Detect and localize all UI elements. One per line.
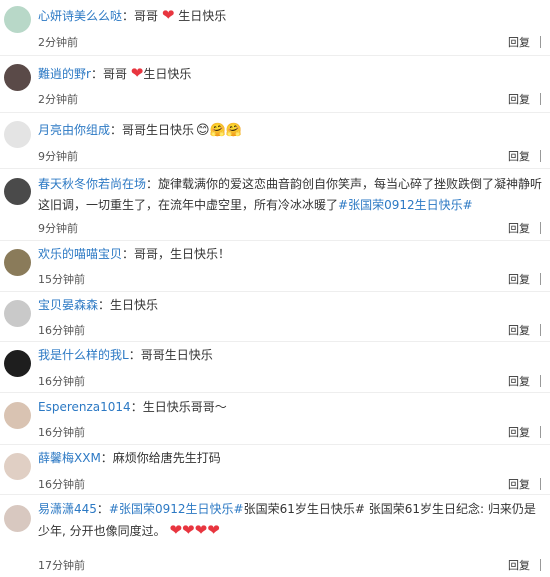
divider xyxy=(540,36,541,48)
divider xyxy=(540,273,541,285)
reply-button[interactable]: 回复 xyxy=(508,322,530,338)
timestamp: 16分钟前 xyxy=(38,426,85,439)
divider xyxy=(0,494,550,495)
comment-text-after: 生日快乐 xyxy=(174,9,227,23)
reply-button[interactable]: 回复 xyxy=(508,373,530,389)
divider xyxy=(540,150,541,162)
timestamp: 2分钟前 xyxy=(38,93,78,106)
hashtag-link[interactable]: #张国荣0912生日快乐# xyxy=(338,198,473,212)
username-link[interactable]: 心妍诗美么么哒 xyxy=(38,9,122,23)
heart-icon: ❤ xyxy=(194,521,208,539)
comment-text: ：哥哥，生日快乐！ xyxy=(122,247,231,261)
username-link[interactable]: 我是什么样的我L xyxy=(38,348,129,362)
timestamp: 16分钟前 xyxy=(38,375,85,388)
reply-button[interactable]: 回复 xyxy=(508,557,530,573)
username-link[interactable]: 月亮由你组成 xyxy=(38,123,110,137)
timestamp: 15分钟前 xyxy=(38,273,85,286)
heart-icon: ❤ xyxy=(207,521,220,539)
hashtag-link[interactable]: #张国荣0912生日快乐# xyxy=(109,502,244,516)
comment-text: ：生日快乐 xyxy=(98,298,159,312)
divider xyxy=(540,93,541,105)
comment-text: ：哥哥 xyxy=(90,67,127,81)
heart-icon: ❤ xyxy=(130,64,144,82)
divider xyxy=(540,222,541,234)
comment-text: ：麻烦你给唐先生打码 xyxy=(100,451,221,465)
divider xyxy=(540,426,541,438)
reply-button[interactable]: 回复 xyxy=(508,34,530,50)
avatar[interactable] xyxy=(4,350,31,377)
timestamp: 16分钟前 xyxy=(38,478,85,491)
comment-text: ：哥哥生日快乐 xyxy=(128,348,213,362)
username-link[interactable]: 宝贝晏森森 xyxy=(38,298,98,312)
timestamp: 17分钟前 xyxy=(38,559,85,572)
divider xyxy=(0,240,550,241)
divider xyxy=(540,324,541,336)
smile-emoji-icon: 😊🤗🤗 xyxy=(196,123,242,138)
divider xyxy=(0,112,550,113)
divider xyxy=(0,55,550,56)
avatar[interactable] xyxy=(4,505,31,532)
avatar[interactable] xyxy=(4,64,31,91)
timestamp: 2分钟前 xyxy=(38,36,78,49)
divider xyxy=(0,341,550,342)
avatar[interactable] xyxy=(4,402,31,429)
reply-button[interactable]: 回复 xyxy=(508,271,530,287)
heart-icon: ❤ xyxy=(169,521,183,539)
avatar[interactable] xyxy=(4,453,31,480)
divider xyxy=(0,392,550,393)
username-link[interactable]: 薛馨梅XXM xyxy=(38,451,101,465)
heart-icon: ❤ xyxy=(182,521,195,539)
avatar[interactable] xyxy=(4,249,31,276)
timestamp: 16分钟前 xyxy=(38,324,85,337)
divider xyxy=(0,168,550,169)
divider xyxy=(540,559,541,571)
comment-text: ：哥哥生日快乐 xyxy=(110,123,195,137)
heart-icon: ❤ xyxy=(161,6,175,24)
reply-button[interactable]: 回复 xyxy=(508,220,530,236)
avatar[interactable] xyxy=(4,300,31,327)
username-link[interactable]: Esperenza1014 xyxy=(38,400,131,414)
reply-button[interactable]: 回复 xyxy=(508,91,530,107)
comment-text: ： xyxy=(96,502,109,516)
avatar[interactable] xyxy=(4,121,31,148)
avatar[interactable] xyxy=(4,178,31,205)
avatar[interactable] xyxy=(4,6,31,33)
comment-text: ：生日快乐哥哥～ xyxy=(130,400,227,414)
reply-button[interactable]: 回复 xyxy=(508,476,530,492)
divider xyxy=(0,444,550,445)
timestamp: 9分钟前 xyxy=(38,150,78,163)
username-link[interactable]: 欢乐的喵喵宝贝 xyxy=(38,247,122,261)
comment-text-after: 生日快乐 xyxy=(143,67,192,81)
comment-text: ：哥哥 xyxy=(122,9,159,23)
divider xyxy=(540,375,541,387)
username-link[interactable]: 易潇潇445 xyxy=(38,502,97,516)
username-link[interactable]: 春天秋冬你若尚在场 xyxy=(38,177,146,191)
username-link[interactable]: 難逍的野r xyxy=(38,67,91,81)
divider xyxy=(0,291,550,292)
timestamp: 9分钟前 xyxy=(38,222,78,235)
divider xyxy=(540,478,541,490)
reply-button[interactable]: 回复 xyxy=(508,148,530,164)
reply-button[interactable]: 回复 xyxy=(508,424,530,440)
